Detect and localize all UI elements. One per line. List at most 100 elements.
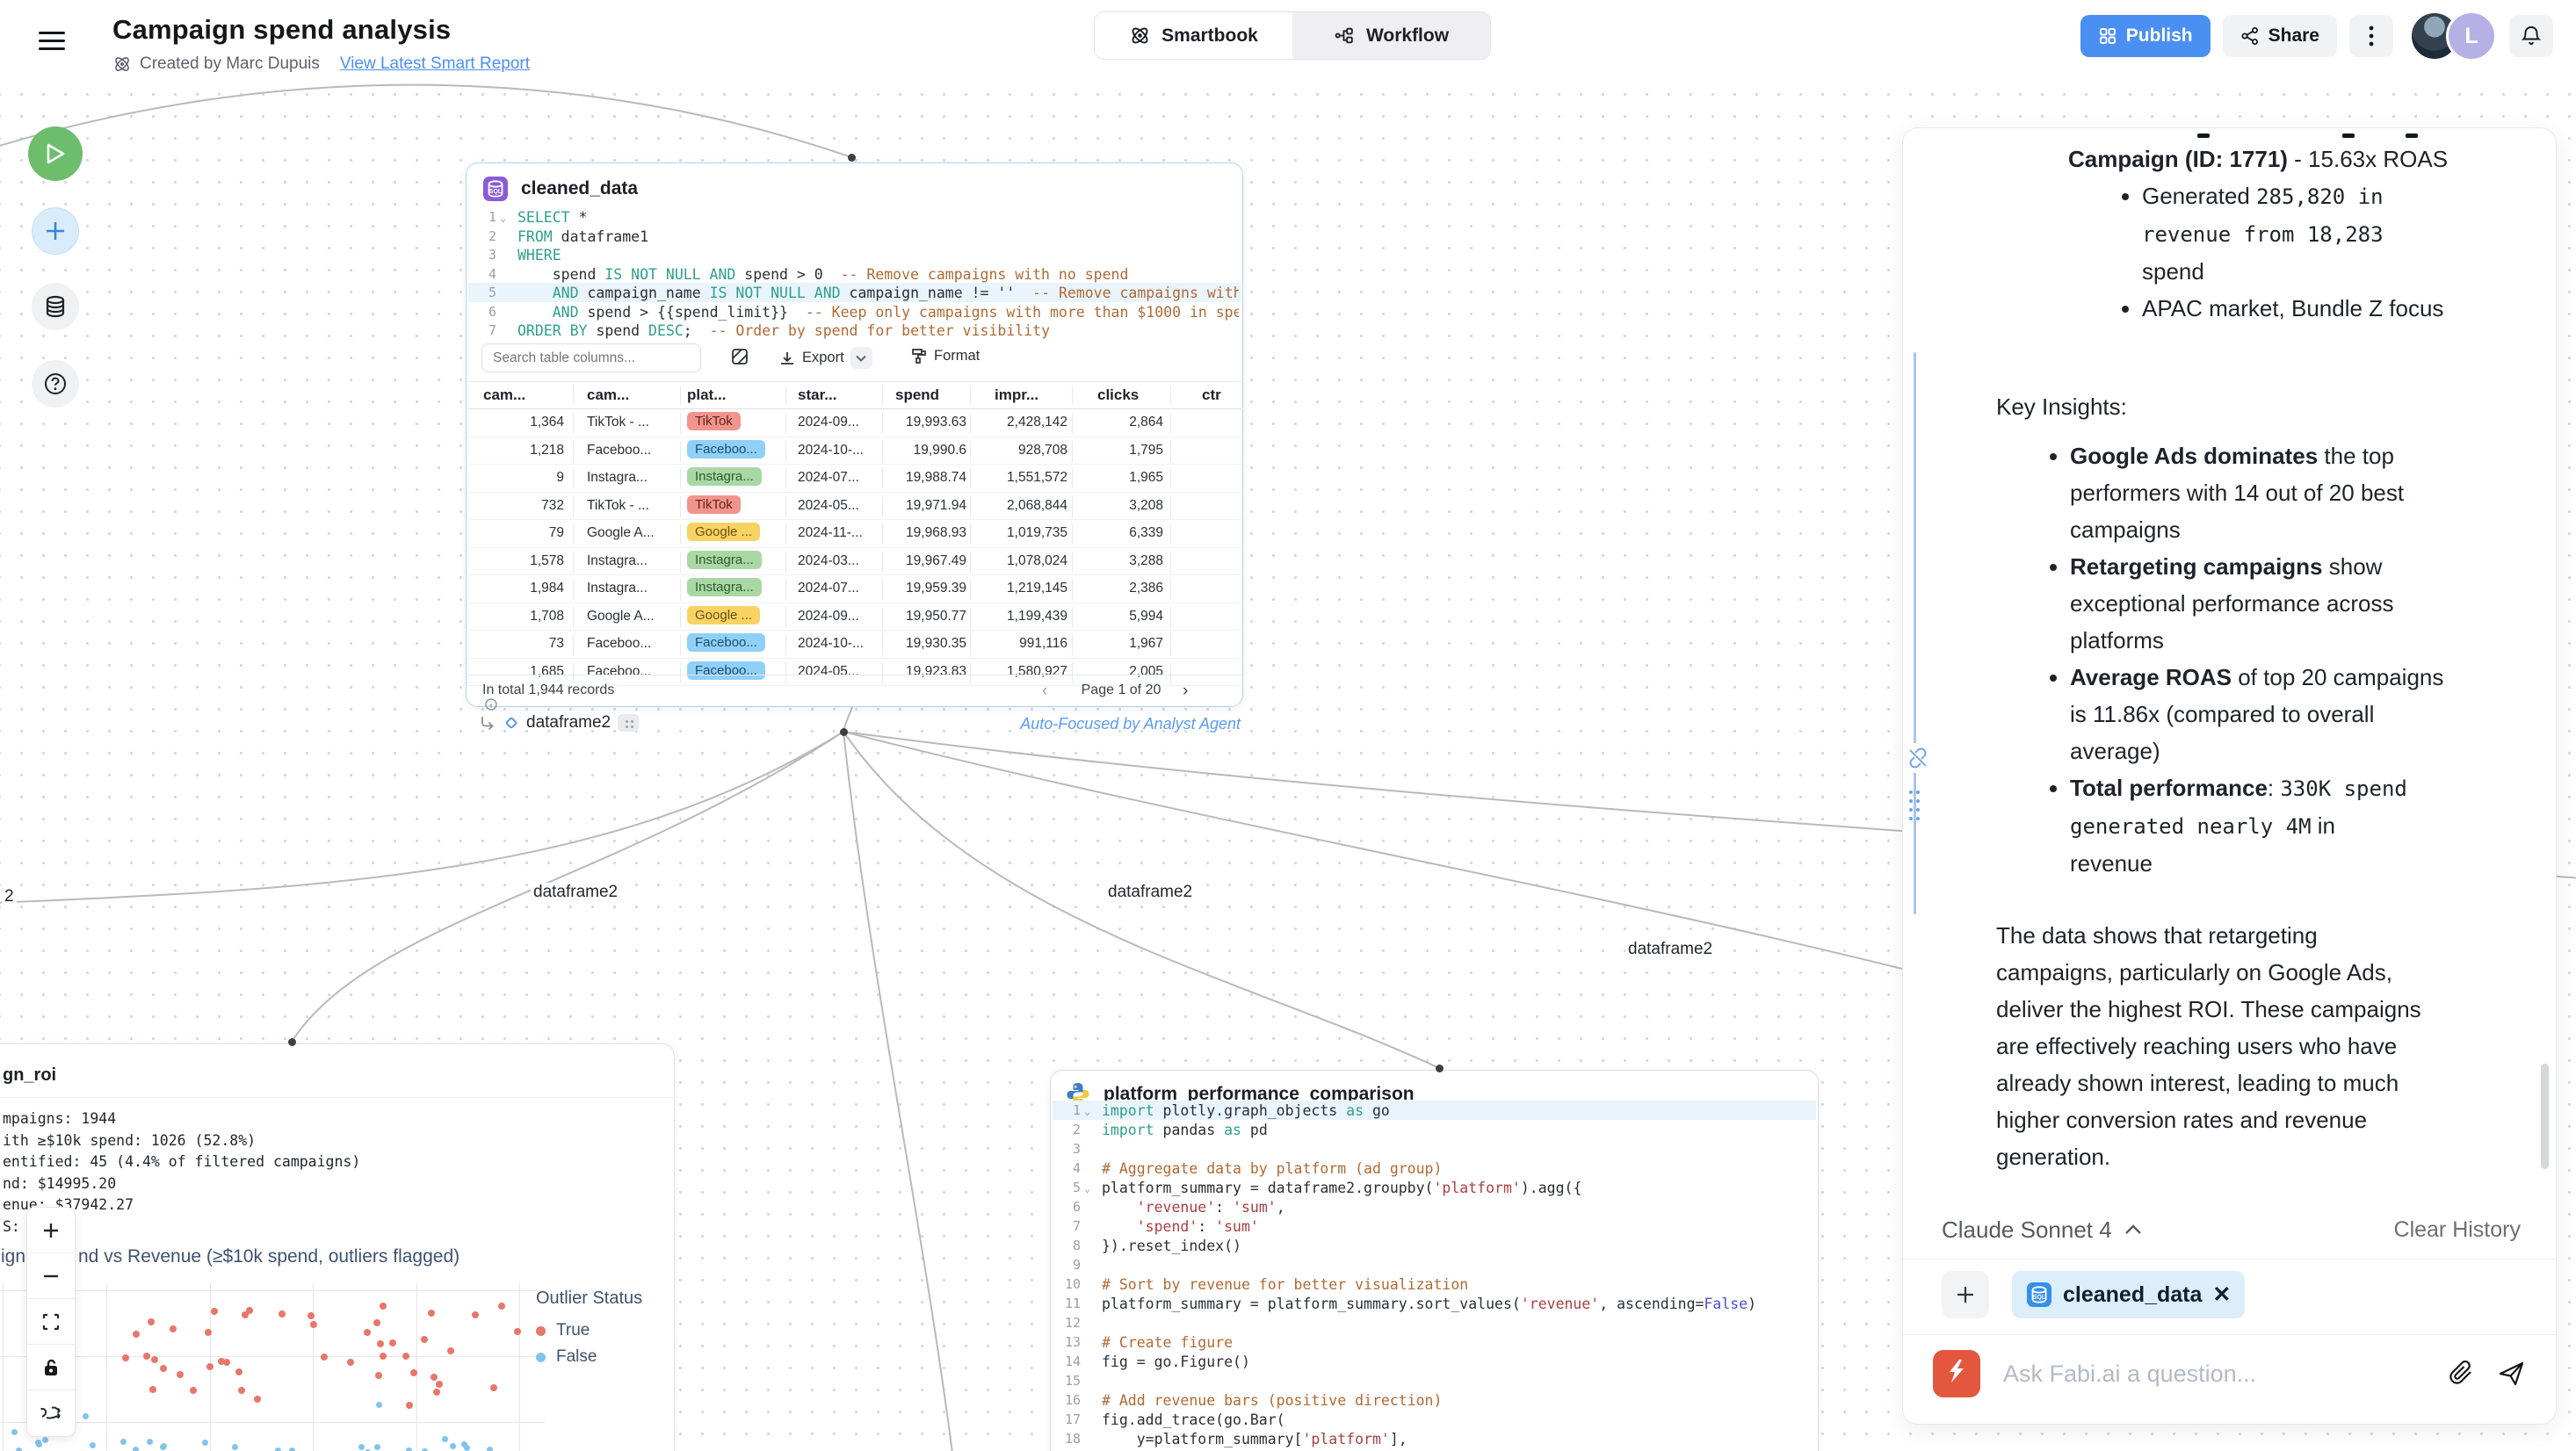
scatter-point-true[interactable]	[133, 1331, 140, 1338]
table-row[interactable]: 1,218Faceboo...Faceboo...2024-10-...19,9…	[467, 437, 1241, 466]
column-header[interactable]: clicks	[1097, 386, 1139, 404]
scatter-point-false[interactable]	[11, 1429, 18, 1435]
scatter-point-true[interactable]	[190, 1387, 197, 1394]
search-columns-input[interactable]	[481, 343, 701, 372]
column-header[interactable]: cam...	[483, 386, 525, 404]
fold-chevron-icon[interactable]: ⌄	[500, 212, 506, 224]
scatter-point-true[interactable]	[246, 1307, 253, 1314]
publish-button[interactable]: Publish	[2080, 15, 2211, 57]
shuffle-icon[interactable]	[27, 1390, 75, 1436]
fold-chevron-icon[interactable]: ⌄	[1084, 1105, 1090, 1117]
legend-item-true[interactable]: True	[536, 1317, 642, 1344]
column-header[interactable]: spend	[895, 386, 939, 404]
fold-chevron-icon[interactable]: ⌄	[1084, 1182, 1090, 1195]
scatter-point-false[interactable]	[42, 1437, 48, 1443]
column-header[interactable]: star...	[798, 386, 836, 404]
scatter-point-true[interactable]	[205, 1329, 212, 1336]
scatter-point-false[interactable]	[275, 1447, 281, 1451]
add-context-button[interactable]	[1942, 1271, 1989, 1318]
scatter-point-true[interactable]	[321, 1354, 328, 1361]
scatter-point-true[interactable]	[472, 1311, 479, 1318]
menu-icon[interactable]	[39, 32, 65, 51]
tab-workflow[interactable]: Workflow	[1292, 12, 1490, 59]
scatter-point-true[interactable]	[143, 1353, 150, 1360]
scatter-point-false[interactable]	[376, 1402, 382, 1408]
data-sources-button[interactable]	[32, 283, 79, 330]
table-row[interactable]: 1,578Instagra...Instagra...2024-03...19,…	[467, 548, 1241, 576]
scatter-point-true[interactable]	[254, 1396, 261, 1403]
ask-question-input[interactable]	[2003, 1361, 2426, 1388]
scatter-point-false[interactable]	[464, 1445, 470, 1451]
scatter-point-false[interactable]	[442, 1436, 448, 1442]
handle-menu-badge[interactable]	[618, 714, 639, 732]
model-selector[interactable]: Claude Sonnet 4	[1942, 1216, 2142, 1244]
column-header[interactable]: cam...	[587, 386, 629, 404]
output-fanout-handle[interactable]	[840, 728, 848, 736]
scatter-point-true[interactable]	[211, 1308, 218, 1315]
scatter-point-false[interactable]	[450, 1443, 456, 1449]
sql-code-editor[interactable]: 1⌄SELECT *2FROM dataframe13WHERE4 spend …	[467, 209, 1242, 343]
scatter-point-false[interactable]	[90, 1442, 96, 1448]
scatter-point-true[interactable]	[235, 1368, 242, 1375]
table-row[interactable]: 9Instagra...Instagra...2024-07...19,988.…	[467, 465, 1241, 493]
chip-close-icon[interactable]: ✕	[2212, 1281, 2231, 1308]
scatter-point-true[interactable]	[149, 1386, 156, 1393]
scatter-point-true[interactable]	[177, 1371, 184, 1378]
run-workflow-button[interactable]	[28, 126, 83, 181]
scatter-point-true[interactable]	[377, 1340, 384, 1347]
export-chevron-icon[interactable]	[850, 347, 872, 369]
scatter-point-true[interactable]	[436, 1381, 443, 1388]
scatter-point-true[interactable]	[490, 1384, 497, 1391]
scatter-point-false[interactable]	[232, 1444, 238, 1450]
table-row[interactable]: 732TikTok - ...TikTok2024-05...19,971.94…	[467, 493, 1241, 521]
chat-scrollbar[interactable]	[2541, 1064, 2549, 1169]
scatter-point-true[interactable]	[498, 1303, 505, 1310]
node-platform-performance-comparison[interactable]: platform_performance_comparison 1⌄import…	[1050, 1070, 1819, 1451]
node-cleaned-data[interactable]: SQL cleaned_data 1⌄SELECT *2FROM datafra…	[466, 162, 1243, 707]
scatter-point-true[interactable]	[122, 1354, 129, 1361]
help-button[interactable]	[32, 360, 79, 408]
format-button[interactable]: Format	[910, 347, 980, 365]
scatter-point-true[interactable]	[218, 1358, 225, 1365]
avatar-l[interactable]: L	[2446, 11, 2497, 61]
scatter-point-true[interactable]	[433, 1389, 440, 1396]
scatter-point-true[interactable]	[206, 1363, 213, 1370]
smart-report-link[interactable]: View Latest Smart Report	[340, 54, 530, 74]
input-handle-campaign-roi[interactable]	[288, 1038, 296, 1046]
scatter-point-true[interactable]	[279, 1310, 286, 1317]
scatter-point-false[interactable]	[289, 1447, 295, 1451]
scatter-point-false[interactable]	[374, 1444, 380, 1450]
share-button[interactable]: Share	[2223, 15, 2337, 57]
zoom-in-button[interactable]	[27, 1208, 75, 1253]
more-menu-button[interactable]	[2349, 15, 2393, 57]
column-picker-icon[interactable]	[730, 347, 749, 366]
scatter-point-true[interactable]	[238, 1387, 245, 1394]
column-header[interactable]: ctr	[1202, 386, 1221, 404]
scatter-point-true[interactable]	[406, 1402, 413, 1409]
scatter-point-true[interactable]	[151, 1356, 158, 1363]
scatter-point-false[interactable]	[120, 1439, 127, 1445]
scatter-point-true[interactable]	[447, 1347, 454, 1354]
table-row[interactable]: 1,708Google A...Google ...2024-09...19,9…	[467, 603, 1241, 632]
scatter-point-true[interactable]	[431, 1374, 438, 1381]
lock-icon[interactable]	[27, 1345, 75, 1390]
scatter-point-true[interactable]	[375, 1372, 382, 1379]
scatter-point-true[interactable]	[421, 1336, 428, 1343]
table-row[interactable]: 79Google A...Google ...2024-11-...19,968…	[467, 520, 1241, 548]
scatter-point-false[interactable]	[161, 1443, 167, 1449]
scatter-point-true[interactable]	[380, 1353, 387, 1360]
scatter-point-true[interactable]	[402, 1353, 409, 1360]
clear-history-button[interactable]: Clear History	[2394, 1217, 2521, 1243]
export-button[interactable]: Export	[778, 347, 872, 369]
scatter-point-true[interactable]	[170, 1325, 177, 1332]
scatter-point-true[interactable]	[364, 1329, 371, 1336]
node-campaign-roi[interactable]: gn_roi mpaigns: 1944ith ≥$10k spend: 102…	[0, 1043, 675, 1451]
scatter-point-false[interactable]	[487, 1447, 493, 1451]
scatter-point-true[interactable]	[148, 1318, 155, 1325]
prev-page-icon[interactable]: ‹	[1042, 682, 1047, 701]
drag-handle-icon[interactable]	[1908, 789, 1921, 822]
send-icon[interactable]	[2498, 1361, 2526, 1387]
fit-view-icon[interactable]	[27, 1299, 75, 1345]
scatter-point-true[interactable]	[373, 1319, 380, 1326]
legend-item-false[interactable]: False	[536, 1344, 642, 1370]
